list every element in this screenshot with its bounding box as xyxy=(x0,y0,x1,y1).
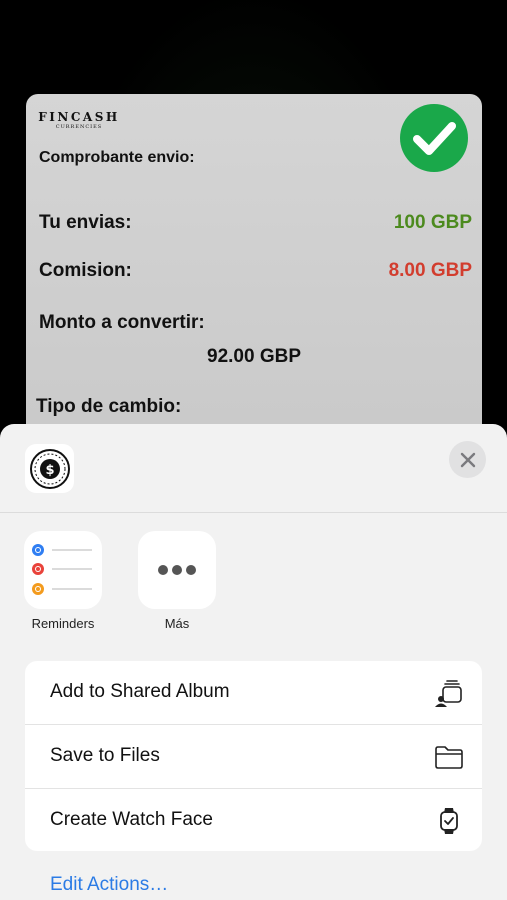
shared-album-icon xyxy=(435,680,462,707)
brand-name: FINCASH xyxy=(38,110,120,124)
fee-label: Comision: xyxy=(39,260,132,281)
create-watch-face-action[interactable]: Create Watch Face xyxy=(25,789,482,851)
more-icon xyxy=(158,565,196,575)
add-to-shared-album-action[interactable]: Add to Shared Album xyxy=(25,661,482,724)
edit-actions-link[interactable]: Edit Actions… xyxy=(50,874,168,896)
sent-label: Tu envias: xyxy=(39,212,132,233)
close-icon xyxy=(460,452,475,467)
app-thumbnail: $ xyxy=(25,444,74,493)
share-sheet: $ Reminders Más Add to Shared Album Save… xyxy=(0,424,507,900)
convert-label: Monto a convertir: xyxy=(39,312,205,333)
folder-icon xyxy=(435,746,463,769)
dollar-seal-icon: $ xyxy=(29,448,70,489)
close-button[interactable] xyxy=(449,441,486,478)
sent-value: 100 GBP xyxy=(393,212,472,233)
svg-text:$: $ xyxy=(45,463,54,478)
more-label: Más xyxy=(164,616,190,631)
reminders-icon xyxy=(32,544,92,595)
receipt-title: Comprobante envio: xyxy=(39,149,195,166)
brand-subtitle: CURRENCIES xyxy=(55,124,103,130)
action-label: Add to Shared Album xyxy=(50,681,230,702)
fincash-logo: FINCASH CURRENCIES xyxy=(38,110,120,130)
reminders-app-button[interactable] xyxy=(24,531,102,609)
checkmark-icon xyxy=(400,104,468,172)
convert-value: 92.00 GBP xyxy=(207,346,301,367)
rate-label: Tipo de cambio: xyxy=(36,396,182,417)
more-app-button[interactable] xyxy=(138,531,216,609)
action-label: Save to Files xyxy=(50,745,160,766)
fee-value: 8.00 GBP xyxy=(388,260,472,281)
receipt-preview: FINCASH CURRENCIES Comprobante envio: Tu… xyxy=(26,94,482,454)
divider xyxy=(0,512,507,513)
action-label: Create Watch Face xyxy=(50,809,213,830)
save-to-files-action[interactable]: Save to Files xyxy=(25,725,482,788)
reminders-label: Reminders xyxy=(31,616,95,631)
watch-icon xyxy=(440,808,458,834)
actions-list: Add to Shared Album Save to Files Create… xyxy=(25,661,482,851)
